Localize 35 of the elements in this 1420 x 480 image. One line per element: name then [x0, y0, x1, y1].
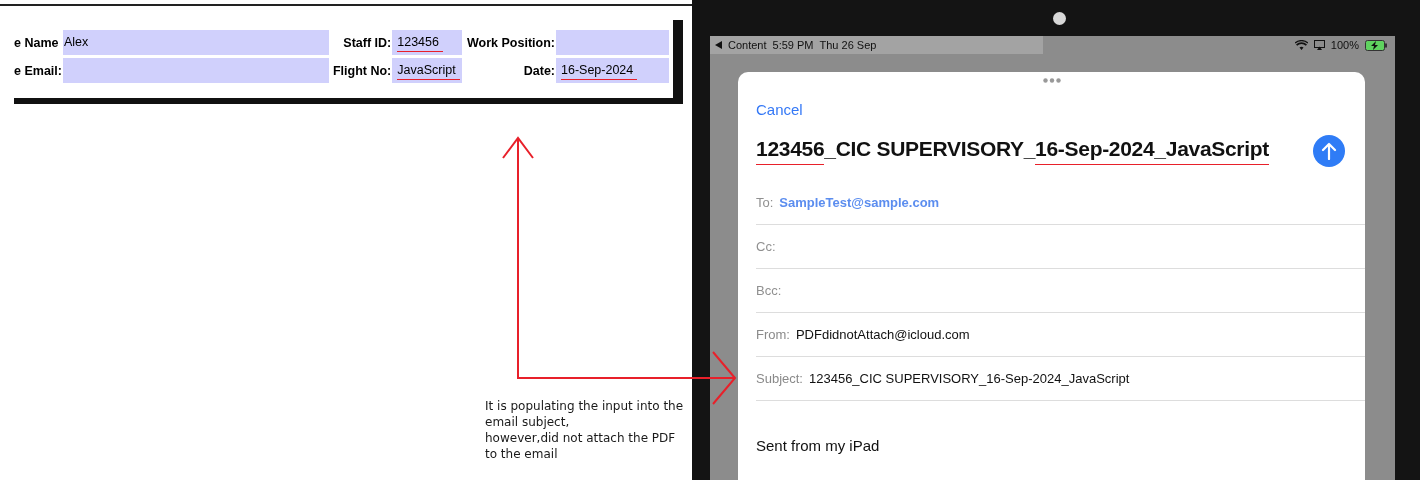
form-field[interactable]: 16-Sep-2024	[556, 58, 669, 83]
form-field[interactable]: 123456	[392, 30, 463, 55]
battery-charging-icon	[1365, 39, 1387, 51]
email-title: 123456_CIC SUPERVISORY_16-Sep-2024_JavaScript	[756, 137, 1269, 165]
form-field[interactable]	[62, 58, 329, 83]
back-triangle-icon[interactable]	[715, 41, 722, 49]
field-label: Subject:	[756, 371, 803, 386]
status-time: 5:59 PM	[772, 39, 814, 51]
field-label: e Name	[14, 35, 60, 50]
annotation-note: It is populating the input into the email subject, however,did not attach the PDF to the email	[485, 398, 685, 462]
email-body[interactable]: Sent from my iPad	[756, 437, 1365, 454]
send-button[interactable]	[1313, 135, 1345, 167]
field-label: From:	[756, 327, 790, 342]
camera-icon	[1052, 11, 1066, 25]
status-date: Thu 26 Sep	[819, 39, 877, 51]
field-label: e Email:	[14, 63, 63, 78]
up-arrow-icon	[1321, 142, 1337, 160]
form-field[interactable]: Alex	[62, 30, 329, 55]
wifi-icon	[1294, 40, 1308, 50]
field-label: Bcc:	[756, 283, 782, 298]
field-label: Flight No:	[332, 63, 393, 78]
field-label: Cc:	[756, 239, 776, 254]
form-field[interactable]	[556, 30, 669, 55]
sender-address[interactable]: PDFdidnotAttach@icloud.com	[795, 327, 970, 342]
grabber-icon[interactable]	[1042, 78, 1061, 83]
field-label: Work Position:	[467, 35, 556, 50]
back-link[interactable]: Content	[728, 39, 767, 51]
field-label: Date:	[523, 63, 556, 78]
battery-percent: 100%	[1330, 39, 1359, 51]
subject-value[interactable]: 123456_CIC SUPERVISORY_16-Sep-2024_JavaScript	[809, 371, 1130, 386]
cancel-button[interactable]: Cancel	[756, 101, 803, 118]
field-label: Staff ID:	[343, 35, 393, 50]
screen-mirroring-icon	[1313, 40, 1325, 50]
field-label: To:	[756, 195, 774, 210]
form-field[interactable]: JavaScript	[392, 58, 463, 83]
